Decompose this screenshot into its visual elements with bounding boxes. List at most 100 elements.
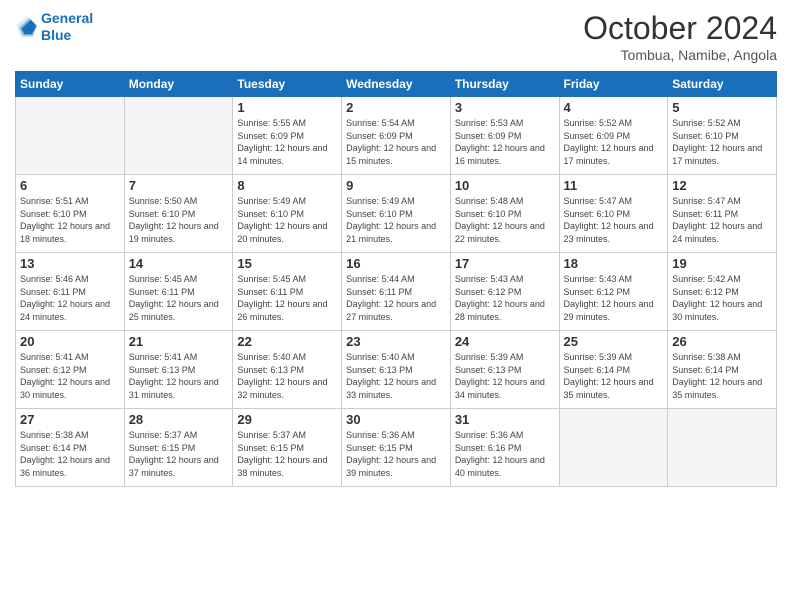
day-info: Sunrise: 5:47 AMSunset: 6:11 PMDaylight:… [672, 195, 772, 245]
calendar-cell: 30 Sunrise: 5:36 AMSunset: 6:15 PMDaylig… [342, 409, 451, 487]
day-number: 3 [455, 100, 555, 115]
calendar-cell [124, 97, 233, 175]
title-block: October 2024 Tombua, Namibe, Angola [583, 10, 777, 63]
day-info: Sunrise: 5:49 AMSunset: 6:10 PMDaylight:… [237, 195, 337, 245]
calendar-title: October 2024 [583, 10, 777, 47]
day-number: 18 [564, 256, 664, 271]
calendar-cell [16, 97, 125, 175]
page: General Blue October 2024 Tombua, Namibe… [0, 0, 792, 612]
day-info: Sunrise: 5:52 AMSunset: 6:09 PMDaylight:… [564, 117, 664, 167]
day-number: 20 [20, 334, 120, 349]
day-info: Sunrise: 5:39 AMSunset: 6:13 PMDaylight:… [455, 351, 555, 401]
logo-line1: General [41, 10, 93, 26]
calendar-cell [668, 409, 777, 487]
logo-icon [15, 15, 39, 39]
day-number: 4 [564, 100, 664, 115]
day-number: 15 [237, 256, 337, 271]
header: General Blue October 2024 Tombua, Namibe… [15, 10, 777, 63]
calendar-cell: 22 Sunrise: 5:40 AMSunset: 6:13 PMDaylig… [233, 331, 342, 409]
day-number: 14 [129, 256, 229, 271]
calendar-cell: 11 Sunrise: 5:47 AMSunset: 6:10 PMDaylig… [559, 175, 668, 253]
day-number: 26 [672, 334, 772, 349]
calendar-cell: 25 Sunrise: 5:39 AMSunset: 6:14 PMDaylig… [559, 331, 668, 409]
calendar-cell: 5 Sunrise: 5:52 AMSunset: 6:10 PMDayligh… [668, 97, 777, 175]
weekday-header-saturday: Saturday [668, 72, 777, 97]
day-number: 21 [129, 334, 229, 349]
day-number: 23 [346, 334, 446, 349]
day-number: 29 [237, 412, 337, 427]
day-number: 31 [455, 412, 555, 427]
calendar-cell: 2 Sunrise: 5:54 AMSunset: 6:09 PMDayligh… [342, 97, 451, 175]
day-info: Sunrise: 5:38 AMSunset: 6:14 PMDaylight:… [20, 429, 120, 479]
calendar-cell: 28 Sunrise: 5:37 AMSunset: 6:15 PMDaylig… [124, 409, 233, 487]
calendar-cell: 27 Sunrise: 5:38 AMSunset: 6:14 PMDaylig… [16, 409, 125, 487]
day-number: 19 [672, 256, 772, 271]
day-info: Sunrise: 5:38 AMSunset: 6:14 PMDaylight:… [672, 351, 772, 401]
weekday-header-sunday: Sunday [16, 72, 125, 97]
day-info: Sunrise: 5:45 AMSunset: 6:11 PMDaylight:… [237, 273, 337, 323]
day-info: Sunrise: 5:43 AMSunset: 6:12 PMDaylight:… [564, 273, 664, 323]
day-number: 24 [455, 334, 555, 349]
calendar-cell: 13 Sunrise: 5:46 AMSunset: 6:11 PMDaylig… [16, 253, 125, 331]
day-info: Sunrise: 5:36 AMSunset: 6:16 PMDaylight:… [455, 429, 555, 479]
calendar-cell: 14 Sunrise: 5:45 AMSunset: 6:11 PMDaylig… [124, 253, 233, 331]
calendar-cell: 29 Sunrise: 5:37 AMSunset: 6:15 PMDaylig… [233, 409, 342, 487]
day-info: Sunrise: 5:41 AMSunset: 6:13 PMDaylight:… [129, 351, 229, 401]
calendar-cell: 31 Sunrise: 5:36 AMSunset: 6:16 PMDaylig… [450, 409, 559, 487]
calendar-cell: 12 Sunrise: 5:47 AMSunset: 6:11 PMDaylig… [668, 175, 777, 253]
day-info: Sunrise: 5:39 AMSunset: 6:14 PMDaylight:… [564, 351, 664, 401]
calendar-cell: 15 Sunrise: 5:45 AMSunset: 6:11 PMDaylig… [233, 253, 342, 331]
day-info: Sunrise: 5:43 AMSunset: 6:12 PMDaylight:… [455, 273, 555, 323]
day-info: Sunrise: 5:46 AMSunset: 6:11 PMDaylight:… [20, 273, 120, 323]
day-number: 25 [564, 334, 664, 349]
calendar-cell: 4 Sunrise: 5:52 AMSunset: 6:09 PMDayligh… [559, 97, 668, 175]
calendar-cell: 16 Sunrise: 5:44 AMSunset: 6:11 PMDaylig… [342, 253, 451, 331]
day-info: Sunrise: 5:52 AMSunset: 6:10 PMDaylight:… [672, 117, 772, 167]
logo-line2: Blue [41, 27, 93, 44]
calendar-cell: 1 Sunrise: 5:55 AMSunset: 6:09 PMDayligh… [233, 97, 342, 175]
day-number: 6 [20, 178, 120, 193]
calendar-cell: 3 Sunrise: 5:53 AMSunset: 6:09 PMDayligh… [450, 97, 559, 175]
calendar-cell: 19 Sunrise: 5:42 AMSunset: 6:12 PMDaylig… [668, 253, 777, 331]
day-info: Sunrise: 5:51 AMSunset: 6:10 PMDaylight:… [20, 195, 120, 245]
calendar-cell: 10 Sunrise: 5:48 AMSunset: 6:10 PMDaylig… [450, 175, 559, 253]
day-info: Sunrise: 5:41 AMSunset: 6:12 PMDaylight:… [20, 351, 120, 401]
day-number: 16 [346, 256, 446, 271]
calendar-cell: 20 Sunrise: 5:41 AMSunset: 6:12 PMDaylig… [16, 331, 125, 409]
calendar-cell: 23 Sunrise: 5:40 AMSunset: 6:13 PMDaylig… [342, 331, 451, 409]
weekday-header-tuesday: Tuesday [233, 72, 342, 97]
day-info: Sunrise: 5:40 AMSunset: 6:13 PMDaylight:… [346, 351, 446, 401]
calendar-cell: 9 Sunrise: 5:49 AMSunset: 6:10 PMDayligh… [342, 175, 451, 253]
day-info: Sunrise: 5:45 AMSunset: 6:11 PMDaylight:… [129, 273, 229, 323]
calendar-table: SundayMondayTuesdayWednesdayThursdayFrid… [15, 71, 777, 487]
day-number: 10 [455, 178, 555, 193]
day-info: Sunrise: 5:36 AMSunset: 6:15 PMDaylight:… [346, 429, 446, 479]
day-info: Sunrise: 5:48 AMSunset: 6:10 PMDaylight:… [455, 195, 555, 245]
logo-text: General Blue [41, 10, 93, 44]
calendar-subtitle: Tombua, Namibe, Angola [583, 47, 777, 63]
weekday-header-thursday: Thursday [450, 72, 559, 97]
calendar-cell: 24 Sunrise: 5:39 AMSunset: 6:13 PMDaylig… [450, 331, 559, 409]
calendar-cell: 26 Sunrise: 5:38 AMSunset: 6:14 PMDaylig… [668, 331, 777, 409]
logo: General Blue [15, 10, 93, 44]
calendar-cell: 21 Sunrise: 5:41 AMSunset: 6:13 PMDaylig… [124, 331, 233, 409]
day-number: 27 [20, 412, 120, 427]
day-info: Sunrise: 5:53 AMSunset: 6:09 PMDaylight:… [455, 117, 555, 167]
calendar-cell [559, 409, 668, 487]
day-number: 12 [672, 178, 772, 193]
day-info: Sunrise: 5:47 AMSunset: 6:10 PMDaylight:… [564, 195, 664, 245]
weekday-header-monday: Monday [124, 72, 233, 97]
day-number: 7 [129, 178, 229, 193]
day-number: 17 [455, 256, 555, 271]
day-info: Sunrise: 5:42 AMSunset: 6:12 PMDaylight:… [672, 273, 772, 323]
calendar-cell: 7 Sunrise: 5:50 AMSunset: 6:10 PMDayligh… [124, 175, 233, 253]
weekday-header-wednesday: Wednesday [342, 72, 451, 97]
calendar-cell: 18 Sunrise: 5:43 AMSunset: 6:12 PMDaylig… [559, 253, 668, 331]
weekday-header-friday: Friday [559, 72, 668, 97]
day-number: 5 [672, 100, 772, 115]
day-number: 22 [237, 334, 337, 349]
calendar-week-4: 20 Sunrise: 5:41 AMSunset: 6:12 PMDaylig… [16, 331, 777, 409]
day-number: 11 [564, 178, 664, 193]
day-info: Sunrise: 5:49 AMSunset: 6:10 PMDaylight:… [346, 195, 446, 245]
calendar-cell: 6 Sunrise: 5:51 AMSunset: 6:10 PMDayligh… [16, 175, 125, 253]
